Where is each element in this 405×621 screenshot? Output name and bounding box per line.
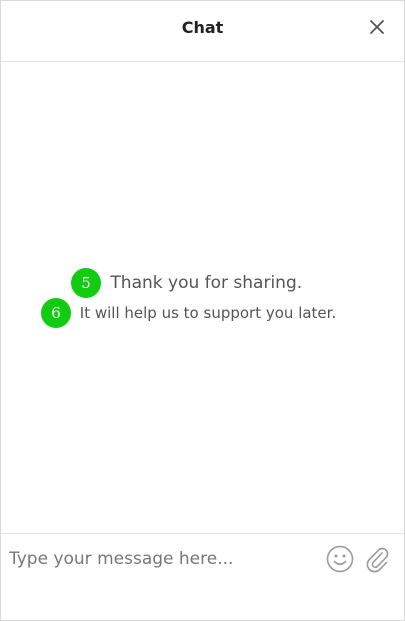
chat-header: Chat (1, 1, 404, 62)
message-item: 5 Thank you for sharing. (71, 268, 302, 298)
composer (1, 533, 404, 621)
step-badge: 6 (41, 298, 71, 328)
emoji-button[interactable] (325, 544, 355, 574)
chat-window: Chat 5 Thank you for sharing. 6 It will … (0, 0, 405, 621)
paperclip-icon (366, 547, 389, 573)
chat-title: Chat (181, 18, 224, 37)
close-button[interactable] (368, 18, 386, 36)
smiley-icon (326, 545, 354, 573)
message-item: 6 It will help us to support you later. (41, 298, 336, 328)
attach-button[interactable] (362, 544, 392, 574)
message-area: 5 Thank you for sharing. 6 It will help … (1, 62, 404, 533)
message-input[interactable] (9, 544, 309, 574)
message-text: It will help us to support you later. (79, 304, 337, 322)
step-badge: 5 (71, 268, 101, 298)
close-icon (370, 20, 384, 34)
message-text: Thank you for sharing. (110, 273, 303, 293)
